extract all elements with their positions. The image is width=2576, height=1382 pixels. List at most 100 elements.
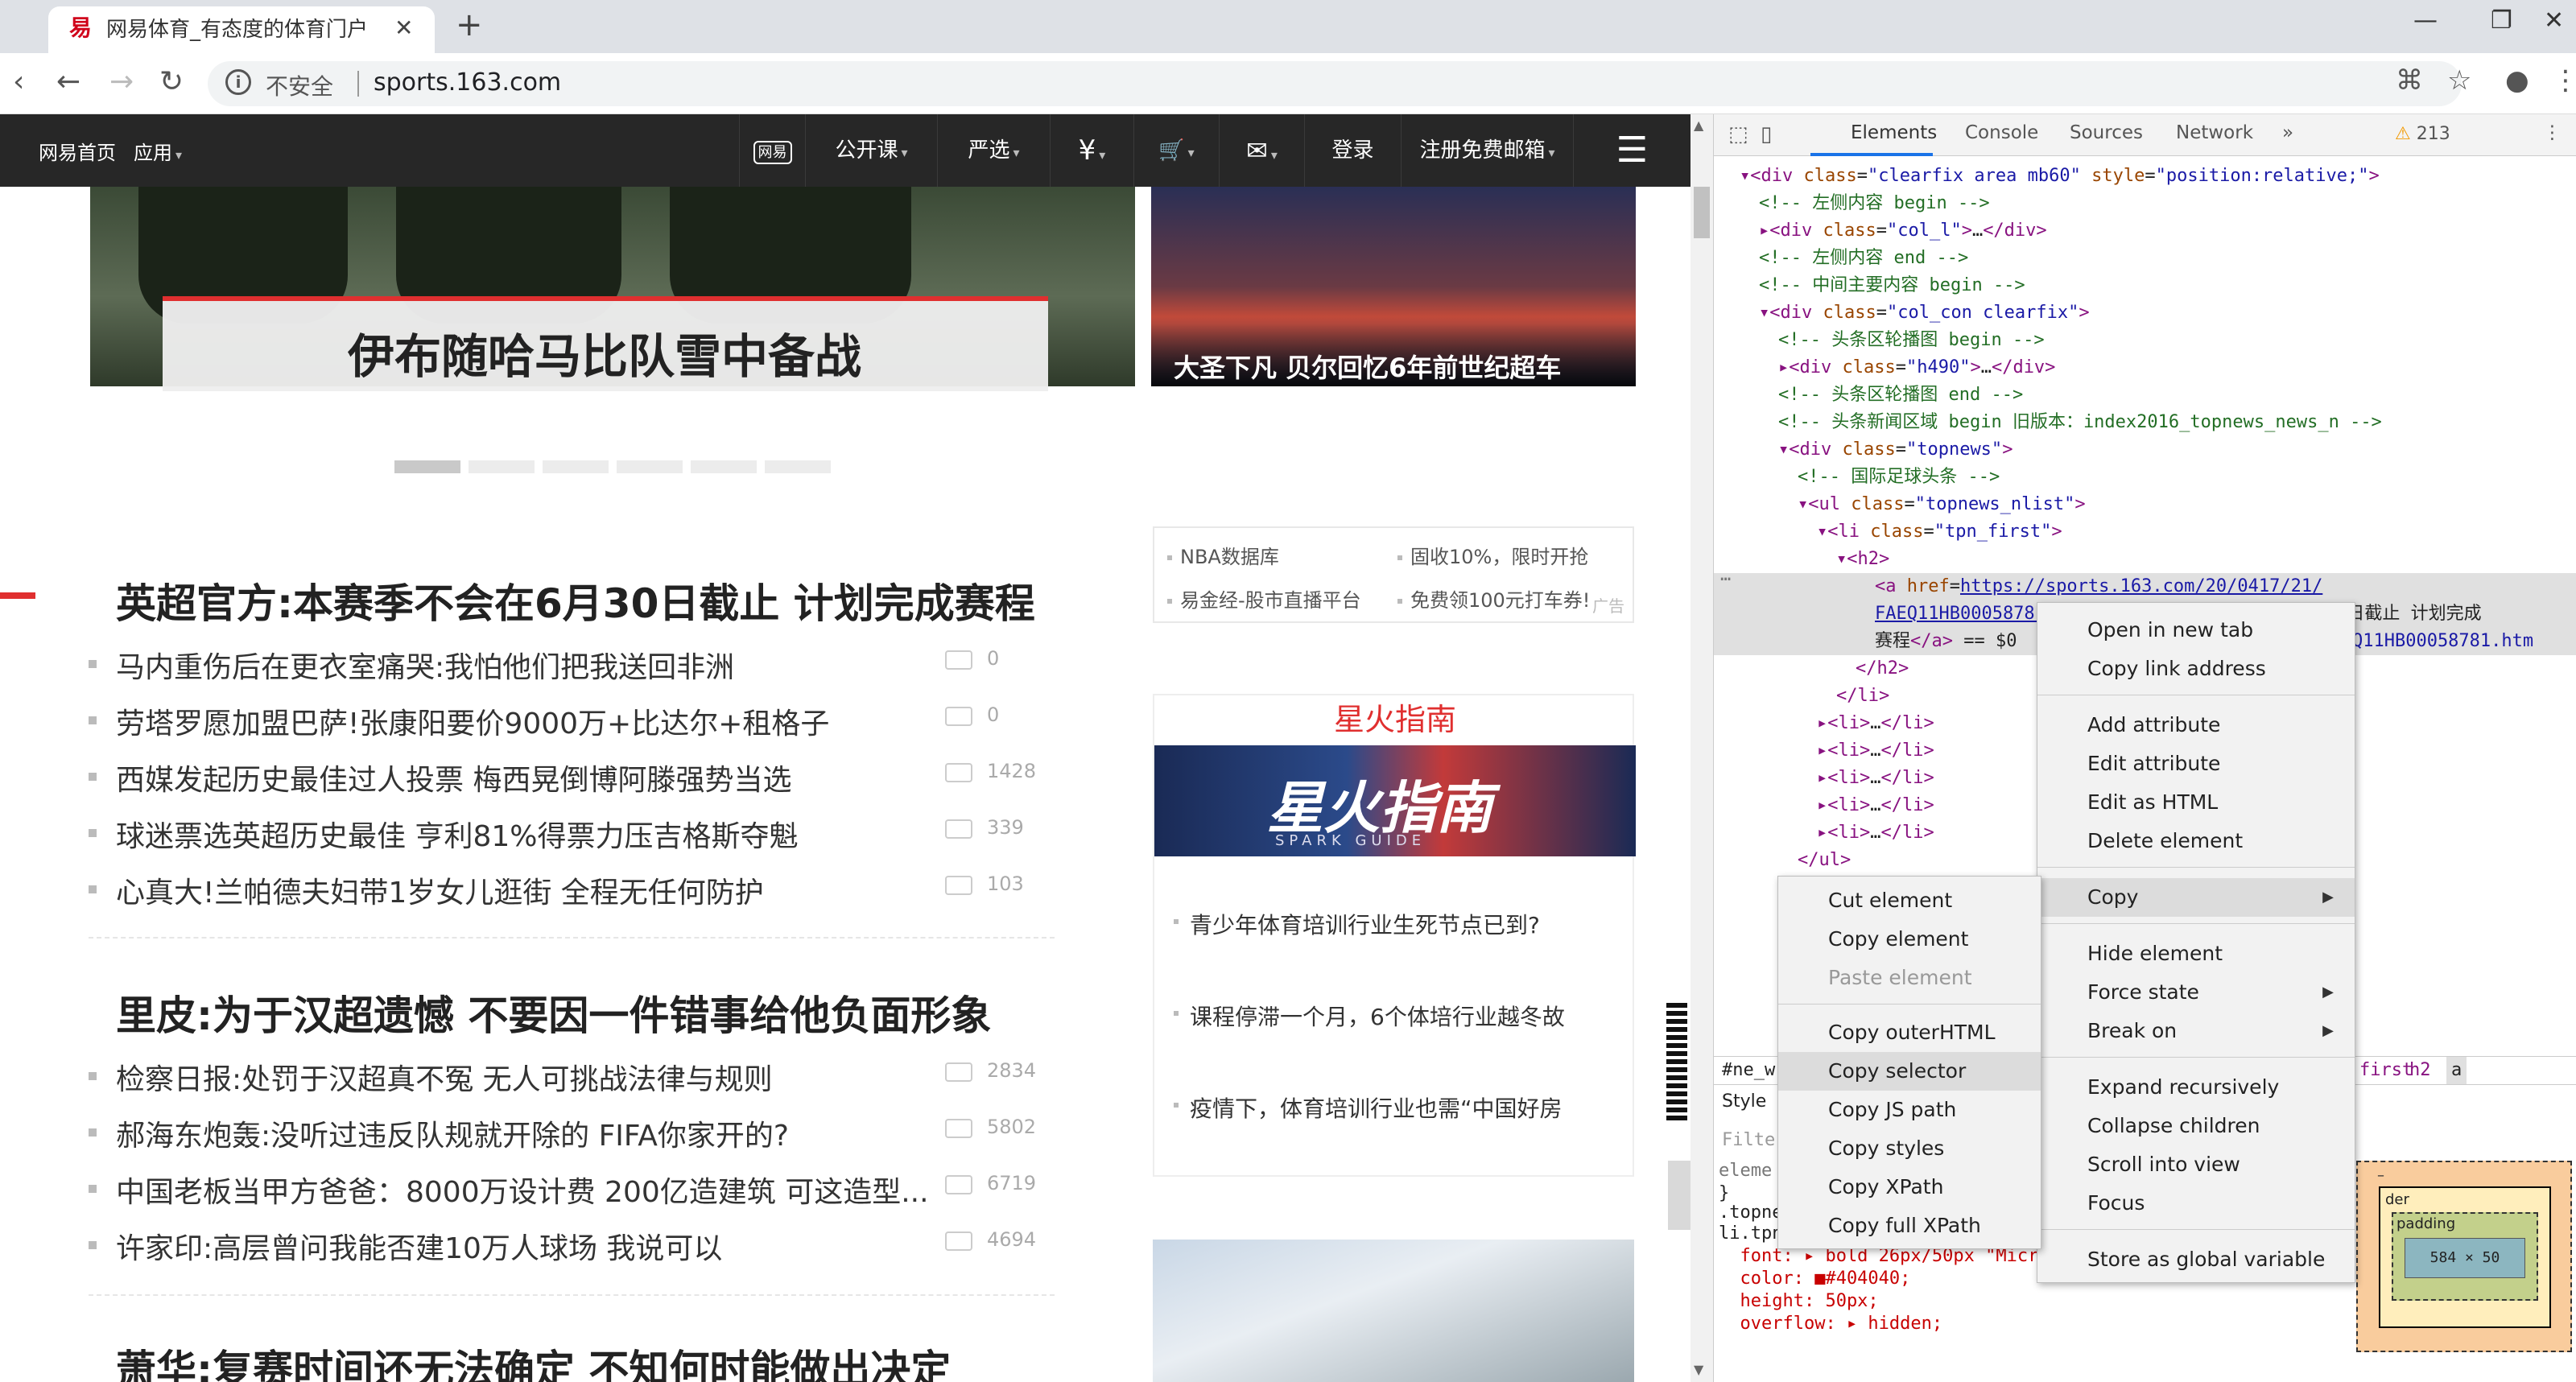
inspect-element-icon[interactable]: ⬚ — [1728, 122, 1748, 146]
carousel-dot[interactable] — [543, 460, 609, 473]
menu-item-add-attribute[interactable]: Add attribute — [2037, 706, 2355, 745]
news-title[interactable]: 郝海东炮轰:没听过违反队规就开除的 FIFA你家开的? — [116, 1112, 789, 1154]
tab-elements[interactable]: Elements — [1851, 122, 1937, 143]
nav-yanxuan[interactable]: 严选 ▾ — [937, 114, 1050, 187]
more-menu-icon[interactable]: ⋮ — [2552, 64, 2576, 97]
news-item[interactable]: 西媒发起历史最佳过人投票 梅西晃倒博阿滕强势当选 1428 — [89, 753, 1055, 802]
news-item[interactable]: 心真大!兰帕德夫妇带1岁女儿逛街 全程无任何防护 103 — [89, 866, 1055, 914]
dom-line[interactable]: <!-- 头条区轮播图 begin --> — [1714, 327, 2576, 354]
hamburger-icon[interactable]: ☰ — [1573, 114, 1690, 187]
carousel-dot[interactable] — [469, 460, 535, 473]
menu-item-edit-attribute[interactable]: Edit attribute — [2037, 745, 2355, 783]
mobile-app-icon[interactable]: 网易 — [739, 114, 805, 187]
dom-line[interactable]: ▾<div class="clearfix area mb60" style="… — [1714, 163, 2576, 190]
tab-sources[interactable]: Sources — [2070, 122, 2143, 143]
menu-item-copy-outerhtml[interactable]: Copy outerHTML — [1778, 1013, 2041, 1052]
ad-link[interactable]: 固收10%，限时开抢 — [1397, 541, 1588, 569]
menu-back-arrow-icon[interactable]: ‹ — [13, 64, 24, 100]
nav-apps-link[interactable]: 应用 ▾ — [134, 137, 182, 165]
back-to-top-tab[interactable] — [1668, 1161, 1690, 1230]
ad-link[interactable]: 免费领100元打车券! — [1397, 584, 1590, 613]
reload-icon[interactable]: ↻ — [159, 64, 184, 100]
spark-title[interactable]: 星火指南 — [1154, 695, 1636, 744]
menu-item-collapse-children[interactable]: Collapse children — [2037, 1107, 2355, 1145]
info-icon[interactable]: i — [225, 69, 251, 95]
omnibox[interactable]: i 不安全 sports.163.com — [208, 61, 2462, 106]
news-item[interactable]: 郝海东炮轰:没听过违反队规就开除的 FIFA你家开的? 5802 — [89, 1109, 1055, 1157]
ad-link[interactable]: 易金经-股市直播平台 — [1167, 584, 1361, 613]
close-tab-icon[interactable]: ✕ — [394, 14, 413, 41]
carousel-dot[interactable] — [691, 460, 757, 473]
menu-item-open-new-tab[interactable]: Open in new tab — [2037, 611, 2355, 650]
login-link[interactable]: 登录 — [1304, 114, 1401, 187]
menu-item-store-global[interactable]: Store as global variable — [2037, 1240, 2355, 1279]
ellipsis-icon[interactable]: … — [1720, 565, 1731, 585]
more-tabs-icon[interactable]: » — [2282, 122, 2293, 143]
menu-item-cut-element[interactable]: Cut element — [1778, 881, 2041, 920]
dom-line-selected[interactable]: <a href=https://sports.163.com/20/0417/2… — [1714, 573, 2576, 600]
menu-item-break-on[interactable]: Break on ▶ — [2037, 1012, 2355, 1050]
menu-item-copy-selector[interactable]: Copy selector — [1778, 1052, 2041, 1091]
dom-line[interactable]: ▾<h2> — [1714, 546, 2576, 573]
profile-avatar-icon[interactable]: ● — [2505, 64, 2529, 97]
dom-line[interactable]: <!-- 头条新闻区域 begin 旧版本：index2016_topnews_… — [1714, 409, 2576, 436]
comment-count[interactable]: 0 — [987, 647, 999, 670]
news-headline[interactable]: 萧华:复赛时间还无法确定 不知何时能做出决定 — [116, 1338, 951, 1382]
comment-count[interactable]: 103 — [987, 873, 1024, 895]
news-headline[interactable]: 英超官方:本赛季不会在6月30日截止 计划完成赛程 — [116, 571, 1035, 629]
nav-open-course[interactable]: 公开课 ▾ — [805, 114, 937, 187]
menu-item-copy-element[interactable]: Copy element — [1778, 920, 2041, 959]
url-text[interactable]: sports.163.com — [374, 68, 561, 97]
news-title[interactable]: 心真大!兰帕德夫妇带1岁女儿逛街 全程无任何防护 — [116, 869, 764, 911]
back-icon[interactable]: ← — [56, 64, 80, 100]
dom-line[interactable]: ▾<ul class="topnews_nlist"> — [1714, 491, 2576, 518]
css-prop[interactable]: color: ■#404040; — [1719, 1269, 1910, 1289]
news-item[interactable]: 许家印:高层曾问我能否建10万人球场 我说可以 4694 — [89, 1222, 1055, 1270]
dom-line[interactable]: <!-- 左侧内容 begin --> — [1714, 190, 2576, 217]
device-toolbar-icon[interactable]: ▯ — [1761, 122, 1772, 146]
crumb-item[interactable]: first — [2359, 1057, 2413, 1084]
news-item[interactable]: 球迷票选英超历史最佳 亨利81%得票力压吉格斯夺魁 339 — [89, 810, 1055, 858]
translate-icon[interactable]: ⌘ — [2396, 64, 2423, 97]
dom-line[interactable]: ▾<li class="tpn_first"> — [1714, 518, 2576, 546]
new-tab-button[interactable]: + — [456, 6, 483, 43]
comment-count[interactable]: 6719 — [987, 1172, 1036, 1194]
news-title[interactable]: 检察日报:处罚于汉超真不冤 无人可挑战法律与规则 — [116, 1056, 773, 1098]
crumb-item[interactable]: h2 — [2409, 1057, 2431, 1084]
dom-line[interactable]: ▾<div class="topnews"> — [1714, 436, 2576, 464]
carousel-dot-active[interactable] — [394, 460, 460, 473]
warning-count[interactable]: ⚠ 213 — [2395, 124, 2450, 144]
restore-icon[interactable]: ❐ — [2491, 6, 2512, 35]
spark-link[interactable]: 课程停滞一个月，6个体培行业越冬故 — [1174, 1000, 1565, 1032]
news-item[interactable]: 中国老板当甲方爸爸：8000万设计费 200亿造建筑 可这造型... 6719 — [89, 1165, 1055, 1214]
dom-line[interactable]: ▸<div class="col_l">…</div> — [1714, 217, 2576, 245]
news-title[interactable]: 中国老板当甲方爸爸：8000万设计费 200亿造建筑 可这造型... — [116, 1169, 929, 1211]
dom-line[interactable]: <!-- 头条区轮播图 end --> — [1714, 382, 2576, 409]
minimize-icon[interactable]: — — [2413, 6, 2438, 35]
page-scrollbar[interactable]: ▲ ▼ — [1690, 114, 1713, 1382]
menu-item-scroll-into-view[interactable]: Scroll into view — [2037, 1145, 2355, 1184]
menu-item-delete-element[interactable]: Delete element — [2037, 822, 2355, 860]
nav-mail[interactable]: ✉ ▾ — [1219, 114, 1304, 187]
devtools-menu-icon[interactable]: ⋮ — [2543, 122, 2562, 143]
comment-count[interactable]: 1428 — [987, 760, 1036, 782]
news-title[interactable]: 许家印:高层曾问我能否建10万人球场 我说可以 — [116, 1225, 722, 1267]
ad-link[interactable]: NBA数据库 — [1167, 541, 1279, 569]
news-title[interactable]: 西媒发起历史最佳过人投票 梅西晃倒博阿滕强势当选 — [116, 757, 791, 798]
menu-item-force-state[interactable]: Force state ▶ — [2037, 973, 2355, 1012]
menu-item-edit-html[interactable]: Edit as HTML — [2037, 783, 2355, 822]
comment-count[interactable]: 5802 — [987, 1116, 1036, 1138]
bookmark-star-icon[interactable]: ☆ — [2447, 64, 2471, 97]
crumb-item-selected[interactable]: a — [2446, 1057, 2467, 1084]
stadium-image[interactable] — [1153, 1240, 1634, 1382]
tab-console[interactable]: Console — [1965, 122, 2038, 143]
menu-item-copy[interactable]: Copy ▶ — [2037, 878, 2355, 917]
spark-link[interactable]: 青少年体育培训行业生死节点已到? — [1174, 908, 1540, 940]
scrollbar-thumb[interactable] — [1694, 187, 1710, 238]
dom-line[interactable]: ▾<div class="col_con clearfix"> — [1714, 299, 2576, 327]
nav-cart[interactable]: 🛒 ▾ — [1133, 114, 1219, 187]
filter-input[interactable]: Filter — [1722, 1130, 1785, 1150]
spark-link[interactable]: 疫情下，体育培训行业也需“中国好房 — [1174, 1091, 1563, 1124]
news-item[interactable]: 劳塔罗愿加盟巴萨!张康阳要价9000万+比达尔+租格子 0 — [89, 697, 1055, 745]
scroll-down-icon[interactable]: ▼ — [1694, 1362, 1703, 1377]
